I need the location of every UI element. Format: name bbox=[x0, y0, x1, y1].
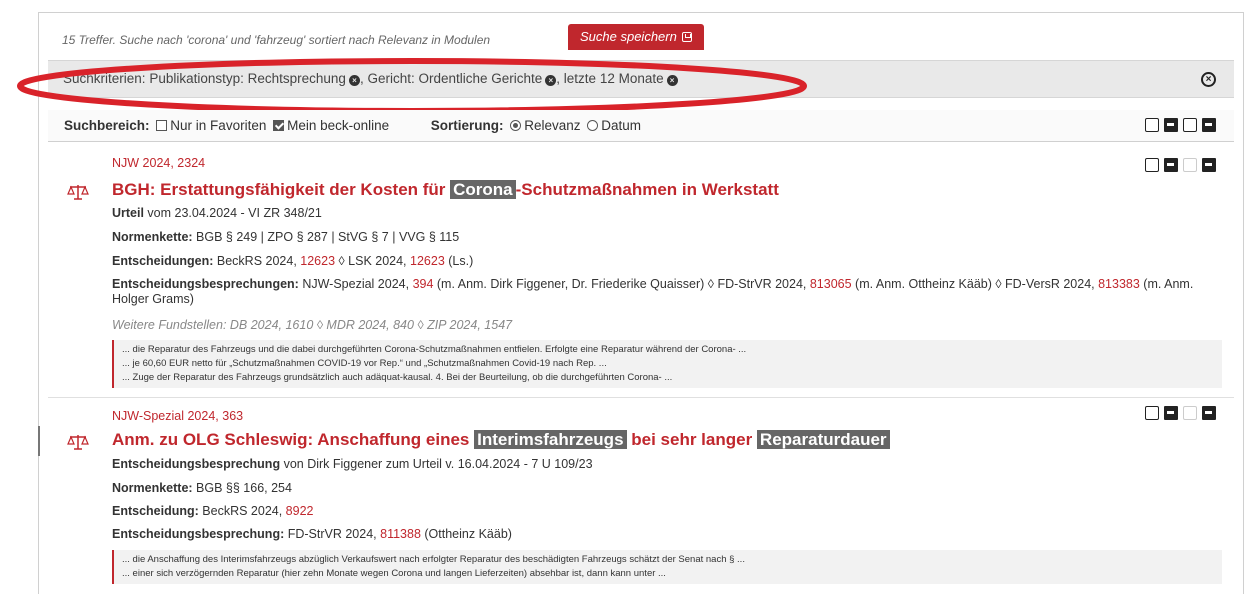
criteria-prefix: Suchkriterien: bbox=[63, 71, 146, 86]
norms-label: Normenkette: bbox=[112, 481, 193, 495]
folder-icon[interactable] bbox=[1183, 406, 1197, 420]
review-source: NJW-Spezial 2024, bbox=[298, 277, 413, 291]
result-title[interactable]: BGH: Erstattungsfähigkeit der Kosten für… bbox=[112, 180, 779, 200]
meta-detail: vom 23.04.2024 - VI ZR 348/21 bbox=[143, 206, 322, 220]
sort-date-radio[interactable] bbox=[587, 120, 599, 131]
decisions-label: Entscheidung: bbox=[112, 504, 199, 518]
title-highlight: Interimsfahrzeugs bbox=[474, 430, 627, 449]
sort-relevance-label: Relevanz bbox=[524, 118, 581, 133]
result-item: NJW 2024, 2324 BGH: Erstattungsfähigkeit… bbox=[48, 150, 1234, 398]
result-norms: Normenkette: BGB §§ 166, 254 bbox=[112, 481, 292, 495]
review-link[interactable]: 394 bbox=[413, 277, 434, 291]
result-reviews: Entscheidungsbesprechung: FD-StrVR 2024,… bbox=[112, 527, 512, 541]
decision-link[interactable]: 12623 bbox=[300, 254, 335, 268]
remove-criterion-icon[interactable]: × bbox=[666, 75, 678, 86]
select-all-checkbox[interactable] bbox=[1145, 118, 1159, 132]
search-criteria-bar: Suchkriterien: Publikationstyp: Rechtspr… bbox=[48, 60, 1234, 98]
save-icon bbox=[681, 32, 692, 42]
result-reviews: Entscheidungsbesprechungen: NJW-Spezial … bbox=[112, 277, 1222, 307]
title-part: Anm. zu OLG Schleswig: Anschaffung eines bbox=[112, 430, 475, 449]
review-link[interactable]: 813383 bbox=[1098, 277, 1140, 291]
reviews-label: Entscheidungsbesprechungen: bbox=[112, 277, 299, 291]
export-icon[interactable] bbox=[1202, 118, 1216, 132]
result-meta: Entscheidungsbesprechung von Dirk Figgen… bbox=[112, 457, 593, 471]
decision-source: BeckRS 2024, bbox=[213, 254, 301, 268]
criteria-item: letzte 12 Monate bbox=[563, 71, 664, 86]
result-title[interactable]: Anm. zu OLG Schleswig: Anschaffung eines… bbox=[112, 430, 890, 450]
decision-link[interactable]: 8922 bbox=[286, 504, 314, 518]
folder-icon[interactable] bbox=[1183, 118, 1197, 132]
scale-icon bbox=[67, 435, 89, 450]
select-checkbox[interactable] bbox=[1145, 158, 1159, 172]
title-part: BGH: Erstattungsfähigkeit der Kosten für bbox=[112, 180, 451, 199]
print-icon[interactable] bbox=[1164, 118, 1178, 132]
hits-summary: 15 Treffer. Suche nach 'corona' und 'fah… bbox=[62, 33, 491, 47]
snippet-line: ... die Reparatur des Fahrzeugs und die … bbox=[122, 344, 747, 355]
remove-criterion-icon[interactable]: × bbox=[348, 75, 360, 86]
result-citation[interactable]: NJW-Spezial 2024, 363 bbox=[112, 409, 243, 423]
sort-relevance-radio[interactable] bbox=[510, 120, 522, 131]
review-note: (Ottheinz Kääb) bbox=[420, 527, 512, 541]
scope-label: Suchbereich: bbox=[64, 118, 150, 133]
review-source: (m. Anm. Ottheinz Kääb) ◊ FD-VersR 2024, bbox=[851, 277, 1099, 291]
title-highlight: Corona bbox=[450, 180, 516, 199]
filter-bar: Suchbereich: Nur in Favoriten Mein beck-… bbox=[48, 110, 1234, 142]
criteria-item: Publikationstyp: Rechtsprechung bbox=[149, 71, 346, 86]
mine-label: Mein beck-online bbox=[287, 118, 390, 133]
snippet-line: ... je 60,60 EUR netto für „Schutzmaßnah… bbox=[122, 358, 607, 369]
sort-date-label: Datum bbox=[601, 118, 642, 133]
title-highlight: Reparaturdauer bbox=[756, 430, 890, 449]
favorites-label: Nur in Favoriten bbox=[170, 118, 267, 133]
print-icon[interactable] bbox=[1164, 158, 1178, 172]
snippet-line: ... Zuge der Reparatur des Fahrzeugs gru… bbox=[122, 372, 673, 383]
result-tools bbox=[1145, 158, 1216, 172]
save-search-button[interactable]: Suche speichern bbox=[568, 24, 704, 50]
decision-link[interactable]: 12623 bbox=[410, 254, 445, 268]
result-citation[interactable]: NJW 2024, 2324 bbox=[112, 156, 205, 170]
result-snippets: ... die Anschaffung des Interimsfahrzeug… bbox=[112, 550, 1222, 584]
norms-value: BGB §§ 166, 254 bbox=[192, 481, 292, 495]
remove-criterion-icon[interactable]: × bbox=[545, 75, 557, 86]
favorites-checkbox[interactable] bbox=[156, 120, 168, 131]
list-tools bbox=[1145, 118, 1216, 132]
review-link[interactable]: 811388 bbox=[380, 527, 421, 541]
snippet-line: ... einer sich verzögernden Reparatur (h… bbox=[122, 568, 666, 579]
print-icon[interactable] bbox=[1164, 406, 1178, 420]
review-link[interactable]: 813065 bbox=[810, 277, 852, 291]
decision-source: ◊ LSK 2024, bbox=[335, 254, 411, 268]
result-snippets: ... die Reparatur des Fahrzeugs und die … bbox=[112, 340, 1222, 388]
result-decisions: Entscheidungen: BeckRS 2024, 12623 ◊ LSK… bbox=[112, 254, 473, 268]
result-decisions: Entscheidung: BeckRS 2024, 8922 bbox=[112, 504, 313, 518]
result-item: NJW-Spezial 2024, 363 Anm. zu OLG Schles… bbox=[48, 402, 1234, 594]
further-sources: Weitere Fundstellen: DB 2024, 1610 ◊ MDR… bbox=[112, 318, 513, 332]
criteria-item: Gericht: Ordentliche Gerichte bbox=[367, 71, 543, 86]
result-meta: Urteil vom 23.04.2024 - VI ZR 348/21 bbox=[112, 206, 322, 220]
save-search-label: Suche speichern bbox=[580, 29, 677, 44]
folder-icon[interactable] bbox=[1183, 158, 1197, 172]
select-checkbox[interactable] bbox=[1145, 406, 1159, 420]
export-icon[interactable] bbox=[1202, 406, 1216, 420]
review-source: (m. Anm. Dirk Figgener, Dr. Friederike Q… bbox=[433, 277, 810, 291]
norms-value: BGB § 249 | ZPO § 287 | StVG § 7 | VVG §… bbox=[192, 230, 460, 244]
sort-label: Sortierung: bbox=[430, 118, 504, 133]
snippet-line: ... die Anschaffung des Interimsfahrzeug… bbox=[122, 554, 745, 565]
decision-note: (Ls.) bbox=[444, 254, 474, 268]
title-part: bei sehr langer bbox=[626, 430, 757, 449]
review-source: FD-StrVR 2024, bbox=[284, 527, 381, 541]
scroll-indicator bbox=[38, 426, 40, 456]
meta-type: Urteil bbox=[112, 206, 144, 220]
export-icon[interactable] bbox=[1202, 158, 1216, 172]
result-norms: Normenkette: BGB § 249 | ZPO § 287 | StV… bbox=[112, 230, 459, 244]
title-part: -Schutzmaßnahmen in Werkstatt bbox=[515, 180, 779, 199]
mine-checkbox[interactable] bbox=[273, 120, 285, 131]
decisions-label: Entscheidungen: bbox=[112, 254, 214, 268]
reviews-label: Entscheidungsbesprechung: bbox=[112, 527, 285, 541]
clear-criteria-icon[interactable]: × bbox=[1201, 72, 1216, 87]
scale-icon bbox=[67, 185, 89, 200]
meta-type: Entscheidungsbesprechung bbox=[112, 457, 281, 471]
norms-label: Normenkette: bbox=[112, 230, 193, 244]
decision-source: BeckRS 2024, bbox=[198, 504, 286, 518]
meta-detail: von Dirk Figgener zum Urteil v. 16.04.20… bbox=[280, 457, 593, 471]
result-tools bbox=[1145, 406, 1216, 420]
